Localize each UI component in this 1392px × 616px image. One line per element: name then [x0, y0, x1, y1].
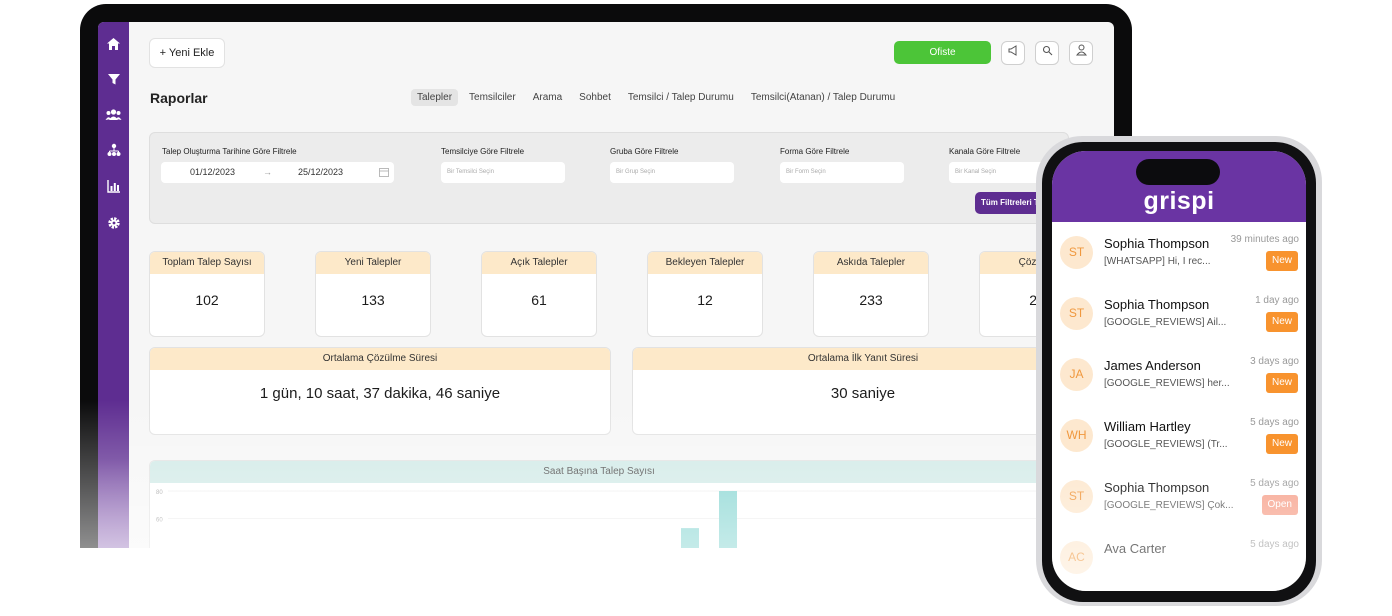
- dynamic-island: [1136, 159, 1220, 185]
- channel-filter-label: Kanala Göre Filtrele: [949, 147, 1021, 156]
- status-badge: New: [1265, 312, 1298, 332]
- stat-label: Yeni Talepler: [316, 252, 430, 274]
- conversation-preview: [GOOGLE_REVIEWS] Ail...: [1104, 317, 1227, 328]
- avatar: ST: [1060, 297, 1093, 330]
- wide-stat-label: Ortalama Çözülme Süresi: [150, 348, 610, 370]
- wide-stat-value: 1 gün, 10 saat, 37 dakika, 46 saniye: [259, 385, 501, 402]
- avg-resolution-card: Ortalama Çözülme Süresi 1 gün, 10 saat, …: [149, 347, 611, 435]
- date-arrow: →: [263, 167, 272, 177]
- megaphone-icon[interactable]: [1001, 41, 1025, 65]
- stat-label: Toplam Talep Sayısı: [150, 252, 264, 274]
- form-filter-label: Forma Göre Filtrele: [780, 147, 850, 156]
- conversation-time: 39 minutes ago: [1230, 234, 1299, 245]
- filter-panel: Talep Oluşturma Tarihine Göre Filtrele 0…: [149, 132, 1069, 224]
- bar-chart-icon[interactable]: [104, 179, 123, 198]
- main-content: + Yeni Ekle Ofiste Raporlar Talepler Tem…: [129, 22, 1114, 582]
- stat-label: Açık Talepler: [482, 252, 596, 274]
- avatar: WH: [1060, 419, 1093, 452]
- phone-header: grispi: [1052, 151, 1306, 222]
- conversation-time: 1 day ago: [1255, 295, 1299, 306]
- phone-bezel: grispi ST Sophia Thompson [WHATSAPP] Hi, I…: [1042, 142, 1316, 602]
- tab-temsilciler[interactable]: Temsilciler: [463, 89, 522, 106]
- date-range-picker[interactable]: 01/12/2023 → 25/12/2023: [161, 162, 394, 183]
- chart-title: Saat Başına Talep Sayısı: [150, 461, 1048, 483]
- tab-talepler[interactable]: Talepler: [411, 89, 459, 106]
- avatar: JA: [1060, 358, 1093, 391]
- laptop-screen: + Yeni Ekle Ofiste Raporlar Talepler Tem…: [98, 22, 1114, 582]
- agent-filter-label: Temsilciye Göre Filtrele: [441, 147, 525, 156]
- stat-card-total: Toplam Talep Sayısı 102: [149, 251, 265, 337]
- group-select[interactable]: Bir Grup Seçin: [610, 162, 734, 183]
- tab-temsilci-atanan-talep-durumu[interactable]: Temsilci(Atanan) / Talep Durumu: [745, 89, 901, 106]
- user-icon[interactable]: [1069, 41, 1093, 65]
- tab-sohbet[interactable]: Sohbet: [573, 89, 617, 106]
- tab-temsilci-talep-durumu[interactable]: Temsilci / Talep Durumu: [622, 89, 740, 106]
- wide-stat-label: Ortalama İlk Yanıt Süresi: [633, 348, 1093, 370]
- avg-first-response-card: Ortalama İlk Yanıt Süresi 30 saniye: [632, 347, 1094, 435]
- stat-card-pending: Bekleyen Talepler 12: [647, 251, 763, 337]
- group-filter-label: Gruba Göre Filtrele: [610, 147, 679, 156]
- stat-value: 12: [697, 292, 713, 308]
- date-filter-label: Talep Oluşturma Tarihine Göre Filtrele: [162, 147, 297, 156]
- brand-logo: grispi: [1143, 187, 1215, 215]
- avatar: ST: [1060, 236, 1093, 269]
- home-icon[interactable]: [104, 37, 123, 56]
- conversation-name: James Anderson: [1104, 358, 1201, 373]
- sidebar: [98, 22, 129, 582]
- conversation-name: William Hartley: [1104, 419, 1191, 434]
- users-icon[interactable]: [104, 107, 123, 126]
- conversation-item[interactable]: ST Sophia Thompson [WHATSAPP] Hi, I rec...…: [1052, 222, 1306, 283]
- conversation-item[interactable]: ST Sophia Thompson [GOOGLE_REVIEWS] Ail...…: [1052, 283, 1306, 344]
- phone-screen: grispi ST Sophia Thompson [WHATSAPP] Hi, I…: [1052, 151, 1306, 591]
- status-badge: New: [1265, 251, 1298, 271]
- y-tick-label: 60: [156, 518, 163, 524]
- conversation-item[interactable]: JA James Anderson [GOOGLE_REVIEWS] her... 3…: [1052, 344, 1306, 405]
- conversation-time: 5 days ago: [1250, 417, 1299, 428]
- agent-select[interactable]: Bir Temsilci Seçin: [441, 162, 565, 183]
- stat-label: Askıda Talepler: [814, 252, 928, 274]
- date-to[interactable]: 25/12/2023: [298, 167, 343, 177]
- calendar-icon[interactable]: [379, 167, 389, 179]
- conversation-preview: [GOOGLE_REVIEWS] (Tr...: [1104, 439, 1228, 450]
- stat-card-on-hold: Askıda Talepler 233: [813, 251, 929, 337]
- stat-value: 133: [361, 292, 385, 308]
- gear-icon[interactable]: [104, 216, 123, 235]
- add-new-button[interactable]: + Yeni Ekle: [149, 38, 225, 68]
- report-tabs: Talepler Temsilciler Arama Sohbet Temsil…: [411, 89, 906, 106]
- tab-arama[interactable]: Arama: [527, 89, 568, 106]
- phone-fade: [1052, 451, 1306, 591]
- stat-value: 233: [859, 292, 883, 308]
- wide-stat-value: 30 saniye: [830, 385, 896, 402]
- search-icon[interactable]: [1035, 41, 1059, 65]
- conversation-name: Sophia Thompson: [1104, 297, 1210, 312]
- stat-card-open: Açık Talepler 61: [481, 251, 597, 337]
- conversation-time: 3 days ago: [1250, 356, 1299, 367]
- stat-label: Bekleyen Talepler: [648, 252, 762, 274]
- org-chart-icon[interactable]: [104, 143, 123, 162]
- conversation-preview: [WHATSAPP] Hi, I rec...: [1104, 256, 1211, 267]
- phone-frame: grispi ST Sophia Thompson [WHATSAPP] Hi, I…: [1036, 136, 1322, 606]
- filter-icon[interactable]: [104, 72, 123, 91]
- conversation-name: Sophia Thompson: [1104, 236, 1210, 251]
- form-select[interactable]: Bir Form Seçin: [780, 162, 904, 183]
- conversation-preview: [GOOGLE_REVIEWS] her...: [1104, 378, 1230, 389]
- y-tick-label: 80: [156, 490, 163, 496]
- stat-value: 102: [195, 292, 219, 308]
- page-title: Raporlar: [150, 90, 208, 106]
- stat-card-new: Yeni Talepler 133: [315, 251, 431, 337]
- status-button[interactable]: Ofiste: [894, 41, 991, 64]
- status-badge: New: [1265, 373, 1298, 393]
- date-from[interactable]: 01/12/2023: [190, 167, 235, 177]
- stat-value: 61: [531, 292, 547, 308]
